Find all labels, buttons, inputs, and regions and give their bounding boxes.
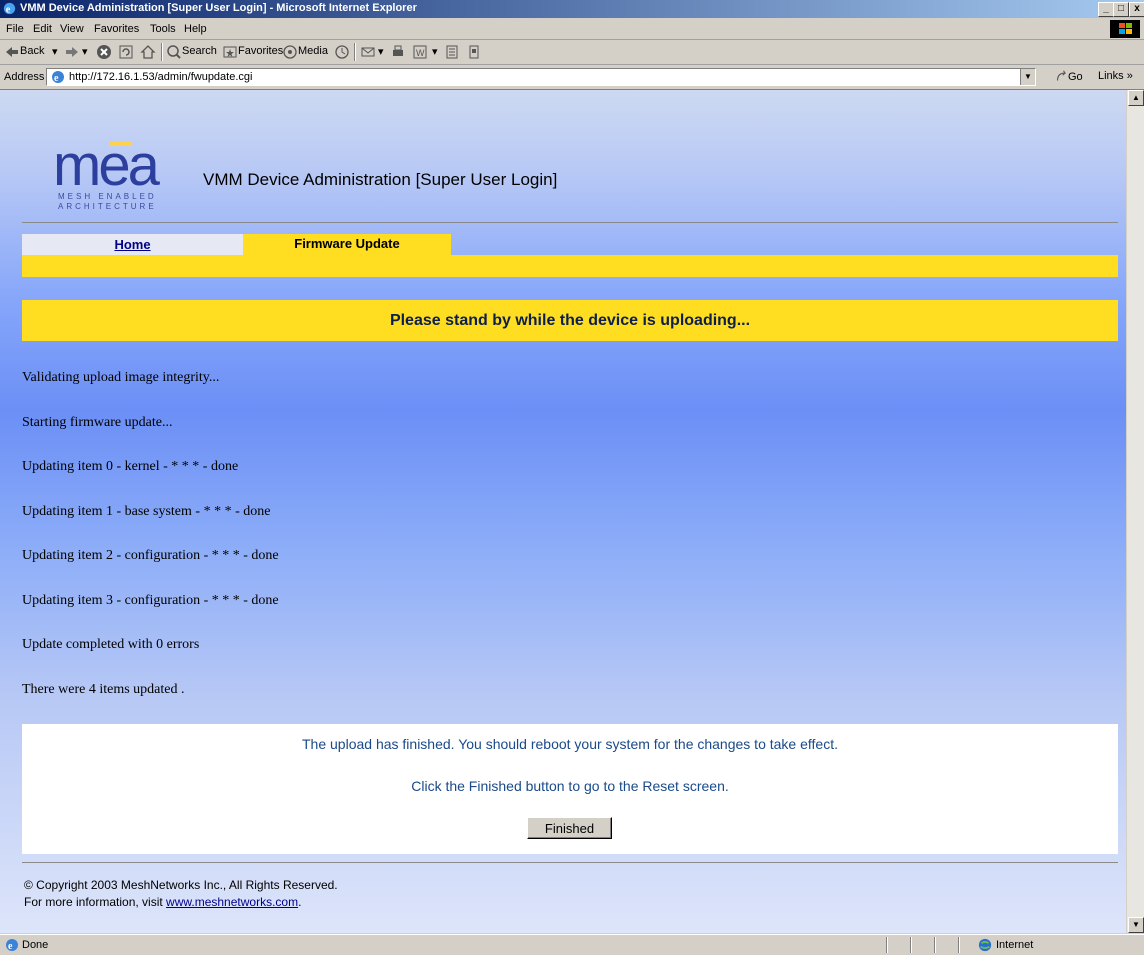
mea-logo: mea MESH ENABLED ARCHITECTURE [50, 133, 168, 212]
windows-logo-icon [1110, 20, 1140, 38]
page-icon: e [52, 71, 64, 84]
back-button[interactable]: Back [20, 45, 44, 57]
nav-tab-home[interactable]: Home [22, 234, 243, 255]
go-arrow-icon [1056, 70, 1067, 81]
finish-instruction: Click the Finished button to go to the R… [411, 778, 729, 794]
status-separator [958, 937, 960, 953]
footer-divider [22, 862, 1118, 863]
log-line: Updating item 1 - base system - * * * - … [22, 504, 271, 519]
log-line: Updating item 3 - configuration - * * * … [22, 593, 279, 608]
ie-app-icon: e [3, 2, 16, 15]
address-bar: Address e http://172.16.1.53/admin/fwupd… [0, 65, 1144, 90]
search-button[interactable]: Search [182, 45, 217, 57]
media-button[interactable]: Media [298, 45, 328, 57]
header-divider [22, 222, 1118, 223]
toolbar-separator [161, 43, 163, 61]
mail-icon[interactable] [360, 44, 376, 60]
page-done-icon: e [6, 939, 18, 952]
mail-dropdown[interactable]: ▾ [378, 45, 384, 58]
go-label: Go [1068, 71, 1083, 83]
scroll-up-button[interactable]: ▲ [1128, 90, 1144, 106]
scroll-down-button[interactable]: ▼ [1128, 917, 1144, 933]
svg-text:W: W [416, 48, 425, 58]
menu-file[interactable]: File [6, 23, 24, 35]
menu-view[interactable]: View [60, 23, 84, 35]
address-url: http://172.16.1.53/admin/fwupdate.cgi [69, 71, 253, 83]
search-icon[interactable] [166, 44, 182, 60]
more-info-text: For more information, visit www.meshnetw… [24, 895, 301, 909]
menu-tools[interactable]: Tools [150, 23, 176, 35]
copyright-text: © Copyright 2003 MeshNetworks Inc., All … [24, 878, 338, 892]
svg-text:e: e [54, 73, 59, 84]
nav-home-link[interactable]: Home [114, 237, 150, 252]
go-button[interactable]: Go [1056, 70, 1083, 83]
log-line: There were 4 items updated . [22, 682, 185, 697]
toolbar-separator [354, 43, 356, 61]
log-line: Updating item 0 - kernel - * * * - done [22, 459, 239, 474]
status-separator [934, 937, 936, 953]
page-title: VMM Device Administration [Super User Lo… [203, 170, 558, 189]
refresh-icon[interactable] [118, 44, 134, 60]
meshnetworks-link[interactable]: www.meshnetworks.com [166, 895, 298, 909]
messenger-icon[interactable] [466, 44, 482, 60]
more-info-prefix: For more information, visit [24, 895, 167, 909]
more-info-suffix: . [298, 895, 302, 909]
status-text: Done [22, 939, 49, 951]
home-icon[interactable] [140, 44, 156, 60]
logo-tagline-2: ARCHITECTURE [58, 202, 157, 211]
status-bar: e Done Internet [0, 934, 1144, 955]
edit-dropdown[interactable]: ▾ [432, 45, 438, 58]
nav-firmware-label: Firmware Update [294, 236, 400, 251]
maximize-button[interactable]: □ [1113, 2, 1129, 17]
svg-text:e: e [8, 941, 13, 952]
menu-favorites[interactable]: Favorites [94, 23, 139, 35]
finished-button[interactable]: Finished [527, 817, 612, 839]
finish-panel: The upload has finished. You should rebo… [22, 724, 1118, 854]
discuss-icon[interactable] [444, 44, 460, 60]
forward-dropdown[interactable]: ▾ [82, 45, 88, 58]
log-line: Starting firmware update... [22, 415, 173, 430]
page-content: mea MESH ENABLED ARCHITECTURE VMM Device… [0, 90, 1126, 933]
minimize-button[interactable]: _ [1098, 2, 1114, 17]
toolbar: Back ▾ ▾ Search Favorites Media ▾ W ▾ [0, 40, 1144, 65]
security-zone: Internet [996, 939, 1034, 951]
address-label: Address [4, 71, 45, 83]
address-dropdown-button[interactable]: ▼ [1020, 69, 1035, 85]
log-line: Update completed with 0 errors [22, 637, 200, 652]
nav-bar [22, 255, 1118, 277]
window-title: VMM Device Administration [Super User Lo… [20, 2, 417, 14]
logo-tagline-1: MESH ENABLED [58, 192, 157, 201]
history-icon[interactable] [334, 44, 350, 60]
vertical-scrollbar[interactable]: ▲ ▼ [1126, 90, 1144, 933]
close-button[interactable]: x [1129, 2, 1144, 17]
globe-icon [978, 938, 992, 952]
menu-help[interactable]: Help [184, 23, 207, 35]
back-arrow-icon[interactable] [4, 44, 20, 60]
status-separator [886, 937, 888, 953]
edit-icon[interactable]: W [412, 44, 428, 60]
menu-bar: File Edit View Favorites Tools Help [0, 19, 1144, 40]
forward-arrow-icon[interactable] [64, 44, 80, 60]
logo-text: mea [53, 133, 160, 198]
status-banner: Please stand by while the device is uplo… [22, 300, 1118, 341]
log-line: Validating upload image integrity... [22, 370, 220, 385]
links-button[interactable]: Links » [1098, 70, 1133, 82]
nav-tab-firmware-update[interactable]: Firmware Update [243, 234, 451, 255]
media-icon[interactable] [282, 44, 298, 60]
print-icon[interactable] [390, 44, 406, 60]
status-separator [910, 937, 912, 953]
stop-icon[interactable] [96, 44, 112, 60]
log-line: Updating item 2 - configuration - * * * … [22, 548, 279, 563]
finish-message: The upload has finished. You should rebo… [302, 736, 838, 752]
favorites-button[interactable]: Favorites [238, 45, 283, 57]
window-titlebar: e VMM Device Administration [Super User … [0, 0, 1144, 18]
svg-text:e: e [6, 4, 11, 15]
address-input[interactable]: e http://172.16.1.53/admin/fwupdate.cgi … [46, 68, 1036, 86]
back-dropdown[interactable]: ▾ [52, 45, 58, 58]
favorites-icon[interactable] [222, 44, 238, 60]
menu-edit[interactable]: Edit [33, 23, 52, 35]
